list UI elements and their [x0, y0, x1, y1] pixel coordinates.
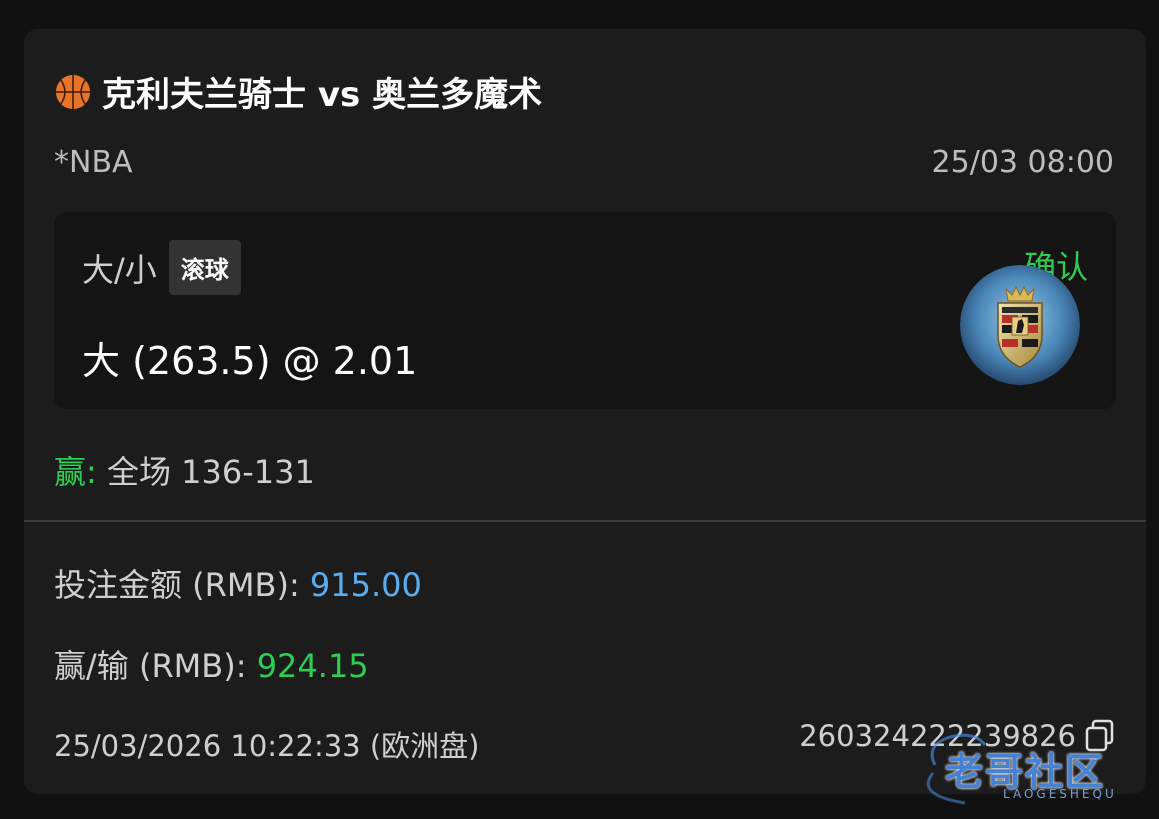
match-datetime: 25/03 08:00: [931, 145, 1114, 180]
bet-record-card: 克利夫兰骑士 vs 奥兰多魔术 *NBA 25/03 08:00 大/小 滚球 …: [24, 29, 1146, 794]
stake-value: 915.00: [309, 566, 422, 604]
result-label: 赢:: [54, 453, 97, 491]
result-row: 赢: 全场 136-131: [54, 447, 315, 493]
bet-details-box: 大/小 滚球 大 (263.5) @ 2.01 确认: [54, 212, 1116, 409]
result-score: 全场 136-131: [96, 453, 315, 491]
placed-time: 25/03/2026 10:22:33 (欧洲盘): [54, 729, 480, 763]
winloss-row: 赢/输 (RMB): 924.15: [54, 641, 369, 687]
market-name: 大/小: [82, 250, 157, 289]
stake-label: 投注金额 (RMB):: [54, 566, 310, 604]
basketball-icon: [55, 74, 91, 109]
market-row: 大/小 滚球: [82, 240, 241, 295]
winloss-value: 924.15: [256, 647, 369, 685]
match-title: 克利夫兰骑士 vs 奥兰多魔术: [102, 75, 543, 115]
match-header: 克利夫兰骑士 vs 奥兰多魔术: [54, 67, 542, 116]
avatar: [960, 265, 1080, 385]
porsche-crest-avatar-icon: [960, 265, 1080, 385]
bet-id-row: 260324222239826: [799, 719, 1116, 753]
stake-row: 投注金额 (RMB): 915.00: [54, 560, 422, 606]
divider: [24, 520, 1146, 522]
bet-id: 260324222239826: [799, 719, 1076, 753]
copy-icon[interactable]: [1084, 719, 1116, 753]
live-badge: 滚球: [168, 240, 241, 295]
league-label: *NBA: [54, 145, 133, 180]
winloss-label: 赢/输 (RMB):: [54, 647, 257, 685]
bet-selection: 大 (263.5) @ 2.01: [82, 339, 418, 383]
